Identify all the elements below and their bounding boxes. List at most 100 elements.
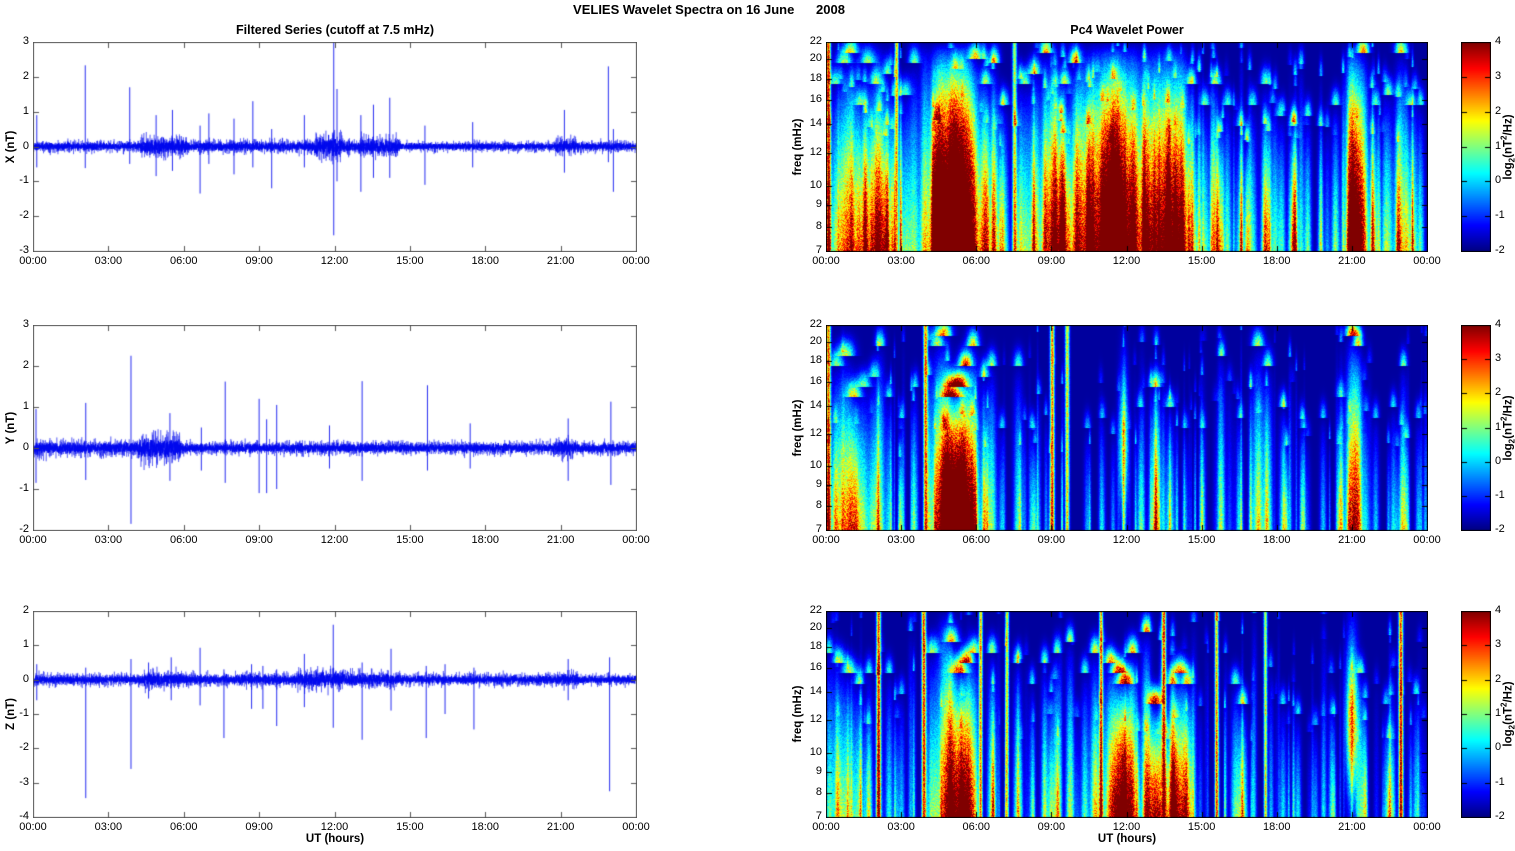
- x-tick-label: 09:00: [1037, 255, 1066, 267]
- y-tick-label: 0: [22, 672, 29, 685]
- x-tick-label: 00:00: [812, 821, 840, 833]
- x-tick-label: 03:00: [887, 821, 915, 833]
- y-tick-label: 20: [809, 621, 822, 634]
- x-tick-label: 00:00: [19, 255, 47, 267]
- y-tick-label: 1: [22, 400, 29, 412]
- colorbar-tick-label: 4: [1495, 604, 1502, 616]
- y-tick-label: 8: [815, 219, 822, 232]
- x-tick-label: 06:00: [169, 534, 198, 546]
- colorbar-tick-label: 3: [1495, 352, 1502, 365]
- x-tick-label: 09:00: [1037, 534, 1066, 546]
- z-series-y-axis-label: Z (nT): [5, 698, 17, 730]
- x-tick-label: 15:00: [1187, 821, 1216, 833]
- y-tick-label: 3: [22, 318, 29, 330]
- x-tick-label: 03:00: [94, 821, 123, 833]
- x-wavelet-y-axis-label: freq (mHz): [792, 118, 804, 176]
- y-tick-label: 10: [809, 745, 822, 758]
- y-series-y-axis-label: Y (nT): [5, 411, 17, 445]
- y-tick-label: -4: [19, 810, 29, 822]
- x-tick-label: 06:00: [169, 255, 198, 267]
- x-tick-label: 21:00: [1338, 534, 1366, 546]
- colorbar-1-label: log2(nT2/Hz): [1499, 114, 1515, 180]
- colorbar-tick-label: 3: [1495, 638, 1502, 651]
- y-series-plot: [33, 325, 637, 531]
- y-tick-label: 20: [809, 335, 822, 348]
- y-tick-label: 2: [22, 69, 29, 82]
- x-tick-label: 00:00: [622, 534, 650, 546]
- x-tick-label: 18:00: [1262, 534, 1291, 546]
- x-tick-label: 09:00: [245, 255, 273, 267]
- y-tick-label: 9: [815, 764, 822, 777]
- colorbar-tick-label: 4: [1495, 318, 1502, 330]
- x-tick-label: 15:00: [396, 255, 424, 267]
- x-tick-label: 00:00: [812, 534, 840, 546]
- z-series-plot: [33, 611, 637, 818]
- y-tick-label: 1: [22, 104, 29, 117]
- z-wavelet-panel: 00:00 03:00 06:00 09:00 12:00 15:00 18:00 21:00…: [810, 604, 1441, 833]
- x-tick-label: 15:00: [1187, 534, 1216, 546]
- x-tick-label: 18:00: [1262, 255, 1291, 267]
- y-tick-label: 18: [809, 353, 822, 366]
- x-series-panel: 00:00 03:00 06:00 09:00 12:00 15:00 18:00 21:00…: [19, 35, 650, 267]
- x-tick-label: 21:00: [546, 821, 575, 833]
- z-series-panel: 00:00 03:00 06:00 09:00 12:00 15:00 18:00 21:00…: [19, 604, 650, 833]
- y-tick-label: 18: [809, 71, 822, 84]
- y-tick-label: -1: [19, 174, 29, 187]
- x-tick-label: 09:00: [1037, 821, 1066, 833]
- x-tick-label: 03:00: [887, 255, 915, 267]
- figure-title: VELIES Wavelet Spectra on 16 June 2008: [573, 2, 845, 17]
- colorbar-3-gradient: [1461, 611, 1491, 818]
- y-tick-label: 22: [809, 35, 822, 47]
- x-wavelet-panel: 00:00 03:00 06:00 09:00 12:00 15:00 18:00 21:00…: [810, 35, 1441, 267]
- y-tick-label: 16: [809, 661, 822, 674]
- colorbar-1-gradient: [1461, 42, 1491, 252]
- y-tick-label: -2: [19, 741, 29, 754]
- x-tick-label: 21:00: [546, 534, 575, 546]
- x-tick-label: 15:00: [1187, 255, 1216, 267]
- y-tick-label: 2: [22, 359, 29, 371]
- x-tick-label: 18:00: [471, 821, 500, 833]
- colorbar-2-gradient: [1461, 325, 1491, 531]
- y-tick-label: 10: [809, 178, 822, 191]
- x-tick-label: 09:00: [245, 821, 273, 833]
- x-wavelet-spectrogram: [826, 42, 1428, 252]
- x-tick-label: 00:00: [19, 821, 47, 833]
- y-tick-label: -2: [19, 209, 29, 222]
- x-tick-label: 21:00: [1338, 255, 1366, 267]
- colorbar-2-label: log2(nT2/Hz): [1499, 395, 1515, 461]
- x-series-y-axis-label: X (nT): [5, 130, 17, 164]
- x-tick-label: 12:00: [320, 534, 349, 546]
- y-tick-label: 16: [809, 375, 822, 387]
- y-tick-label: 3: [22, 35, 29, 47]
- x-tick-label: 12:00: [320, 255, 349, 267]
- y-wavelet-panel: 00:00 03:00 06:00 09:00 12:00 15:00 18:00 21:00…: [810, 318, 1441, 546]
- y-tick-label: 2: [22, 604, 29, 616]
- x-tick-label: 00:00: [1413, 534, 1441, 546]
- x-tick-label: 03:00: [887, 534, 915, 546]
- x-tick-label: 12:00: [1112, 534, 1141, 546]
- y-tick-label: 8: [815, 785, 822, 798]
- colorbar-tick-label: 4: [1495, 35, 1502, 47]
- x-tick-label: 21:00: [546, 255, 575, 267]
- y-tick-label: 16: [809, 93, 822, 106]
- x-tick-label: 09:00: [245, 534, 273, 546]
- x-tick-label: 00:00: [1413, 821, 1441, 833]
- y-tick-label: 18: [809, 640, 822, 653]
- x-tick-label: 12:00: [1112, 821, 1141, 833]
- y-tick-label: 9: [815, 478, 822, 490]
- left-x-axis-label: UT (hours): [305, 833, 365, 845]
- y-tick-label: 22: [809, 604, 822, 616]
- right-column-title: Pc4 Wavelet Power: [1070, 23, 1184, 37]
- colorbar-2: 4 3 2 1 0 -1 -2: [1461, 318, 1505, 535]
- left-column-title: Filtered Series (cutoff at 7.5 mHz): [236, 23, 434, 37]
- y-tick-label: 8: [815, 499, 822, 512]
- z-wavelet-spectrogram: [826, 611, 1428, 818]
- y-tick-label: 10: [809, 459, 822, 472]
- x-tick-label: 06:00: [962, 821, 991, 833]
- colorbar-tick-label: -2: [1495, 523, 1505, 535]
- y-tick-label: 22: [809, 318, 822, 330]
- x-tick-label: 18:00: [471, 255, 500, 267]
- y-tick-label: 1: [22, 638, 29, 651]
- colorbar-tick-label: 3: [1495, 69, 1502, 82]
- colorbar-tick-label: -2: [1495, 810, 1505, 822]
